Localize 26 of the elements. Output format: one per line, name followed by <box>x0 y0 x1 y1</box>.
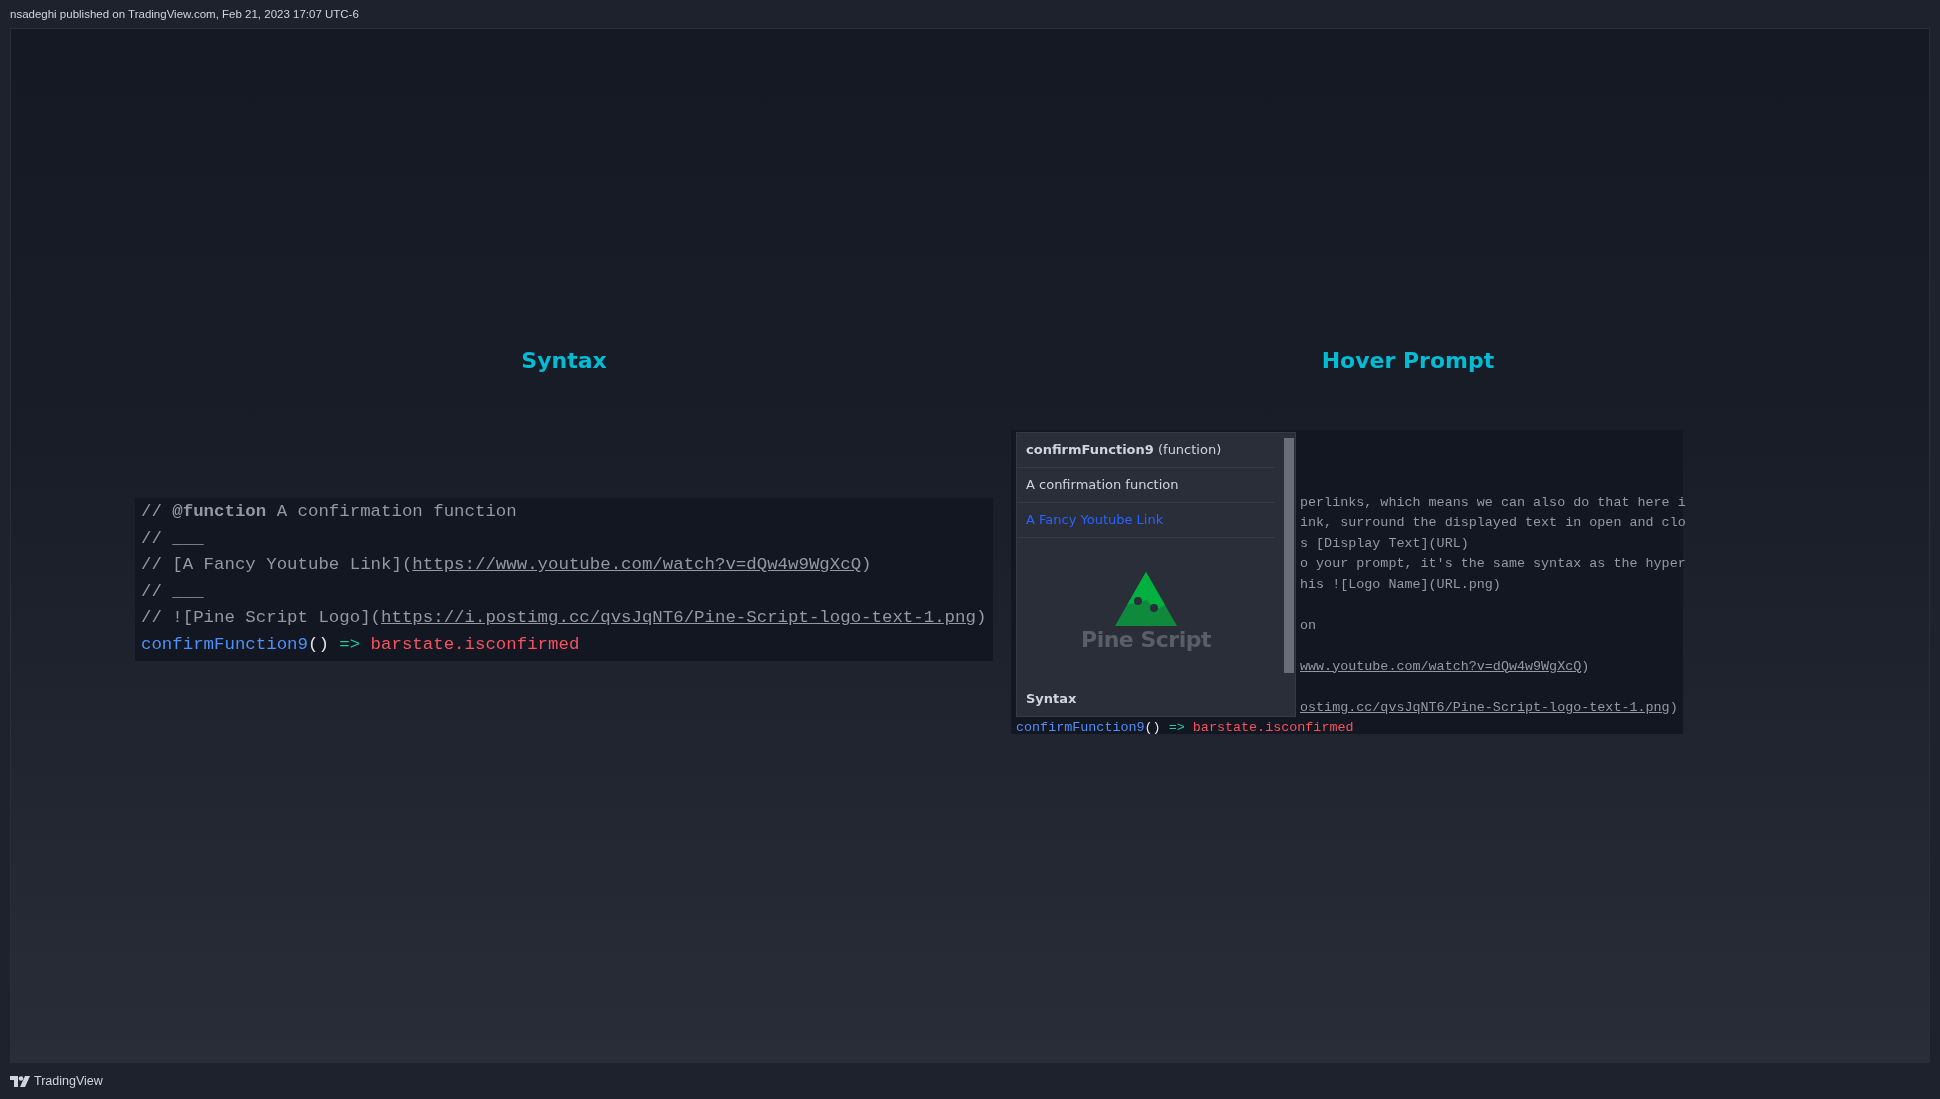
publish-byline: nsadeghi published on TradingView.com, Feb 21, 2023 17:07 UTC-6 <box>10 8 359 20</box>
code-line: s [Display Text](URL) <box>1300 534 1469 553</box>
code-line: // @function A confirmation function <box>141 501 517 523</box>
popup-description: A confirmation function <box>1026 475 1179 494</box>
mountain-logo-icon <box>1115 572 1177 626</box>
popup-signature: confirmFunction9 (function) <box>1026 440 1222 459</box>
code-line: o your prompt, it's the same syntax as the hyper <box>1300 555 1686 573</box>
code-line: // ___ <box>141 527 204 550</box>
code-line: ink, surround the displayed text in open and clo <box>1300 514 1686 532</box>
code-line: on <box>1300 616 1317 635</box>
code-line: confirmFunction9() => barstate.isconfirmed <box>141 633 580 656</box>
popup-link[interactable]: A Fancy Youtube Link <box>1026 509 1164 531</box>
code-line: perlinks, which means we can also do that here i <box>1300 493 1686 512</box>
code-line: confirmFunction9() => barstate.isconfirmed <box>1016 719 1354 737</box>
section-title: Hover Prompt <box>1321 348 1495 373</box>
code-line: // ![Pine Script Logo](https://i.postimg.cc/qvsJqNT6/Pine-Script-logo-text-1.png) <box>141 607 987 630</box>
section-title: Syntax <box>520 347 608 375</box>
code-line: ostimg.cc/qvsJqNT6/Pine-Script-logo-text-1.png) <box>1300 698 1678 717</box>
logo-icon <box>10 1075 30 1087</box>
scrollbar-thumb[interactable] <box>1284 438 1294 673</box>
popup-section-heading: Syntax <box>1025 689 1078 708</box>
code-line: www.youtube.com/watch?v=dQw4w9WgXcQ) <box>1300 657 1590 676</box>
code-line: // ___ <box>141 580 204 603</box>
code-line: // [A Fancy Youtube Link](https://www.youtube.com/watch?v=dQw4w9WgXcQ) <box>141 554 872 577</box>
code-line: his ![Logo Name](URL.png) <box>1300 575 1501 594</box>
brand-name: TradingView <box>34 1074 103 1088</box>
